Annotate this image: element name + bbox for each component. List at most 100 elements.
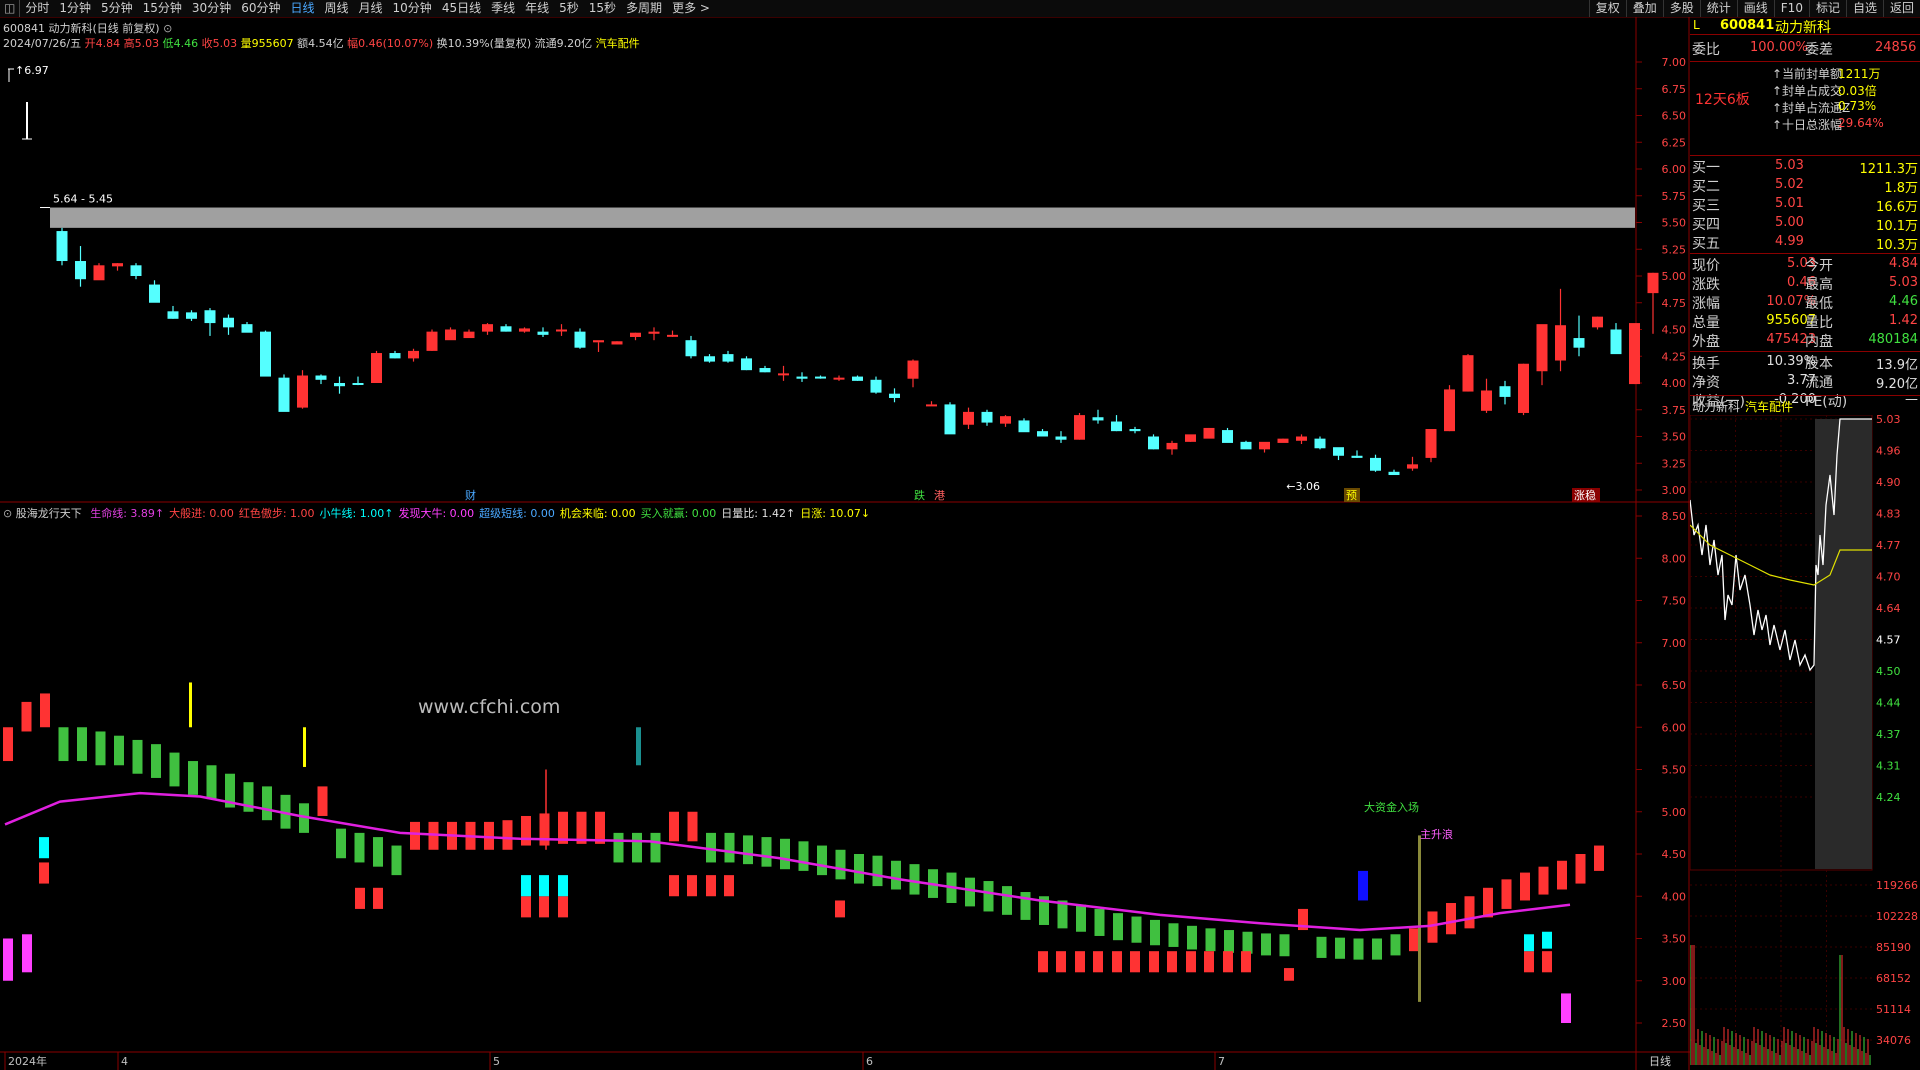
gap-label: 5.64 - 5.45 [53,193,113,206]
indicator-name: 股海龙行天下 [15,507,82,520]
candle-body-11 [260,331,271,377]
tool-button-2[interactable]: 多股 [1662,0,1700,17]
candle-body-20 [426,331,438,351]
ind-bar-79 [1464,896,1475,929]
mini-vol-1: 102228 [1876,910,1918,923]
tool-button-0[interactable]: 复权 [1588,0,1626,17]
event-marker-1: 跌 [914,488,925,502]
period-tab-12[interactable]: 年线 [520,0,554,17]
candle-body-58 [1129,429,1141,432]
period-tab-0[interactable]: 分时 [20,0,54,17]
candle-body-37 [741,358,752,371]
period-tab-2[interactable]: 5分钟 [96,0,138,17]
candle-body-80 [1536,324,1548,372]
ind-bar-66 [1224,930,1234,953]
ind-bar-45 [835,849,846,880]
candle-body-62 [1203,427,1215,439]
ind-tick-1: 8.00 [1662,552,1687,565]
ind-bar-59 [1094,908,1105,936]
indicator-item-4: 发现大牛: 0.00 [398,507,475,520]
weibi-value: 100.00% [1750,40,1808,55]
candle-body-2 [93,265,105,281]
candle-body-69 [1333,447,1344,456]
ind-bar-67 [1242,931,1253,954]
intraday-mini-chart[interactable]: 5.03 4.96 4.90 4.83 4.77 4.70 4.64 4.57 4.50 4.44… [1690,415,1920,1065]
candle-body-1 [75,261,86,280]
tool-button-4[interactable]: 画线 [1736,0,1774,17]
candle-body-25 [519,328,530,332]
tool-button-1[interactable]: 叠加 [1625,0,1663,17]
ind-bar-20 [373,837,383,867]
mini-price-8: 4.50 [1876,665,1901,678]
period-tab-15[interactable]: 多周期 [621,0,667,17]
price-tick-3: 6.25 [1662,136,1687,149]
bid-vol-0: 1211.3万 [1859,162,1919,177]
ind-mark-28 [1223,951,1233,973]
indicator-item-0: 生命线: 3.89↑ [90,507,165,520]
candle-body-45 [889,393,900,398]
mini-vol-0: 119266 [1876,879,1918,892]
tool-button-8[interactable]: 返回 [1882,0,1920,17]
period-tab-6[interactable]: 日线 [285,0,319,17]
period-tab-1[interactable]: 1分钟 [54,0,96,17]
period-tab-4[interactable]: 30分钟 [187,0,236,17]
candle-body-4 [130,265,142,276]
period-tab-9[interactable]: 10分钟 [388,0,437,17]
candle-body-75 [1444,389,1455,432]
ind-bar-75 [1390,934,1401,956]
period-tab-11[interactable]: 季线 [486,0,520,17]
window-menu-icon[interactable]: ◫ [0,0,21,17]
stat2-label-a-1: 净资 [1692,375,1720,391]
event-marker-0: 财 [465,488,476,502]
tool-button-5[interactable]: F10 [1773,0,1809,17]
ind-bar-26 [484,821,494,850]
stat-label-b-2: 最低 [1805,296,1833,312]
period-tab-13[interactable]: 5秒 [554,0,584,17]
ind-bar-76 [1409,928,1419,952]
period-tab-3[interactable]: 15分钟 [138,0,187,17]
tool-button-3[interactable]: 统计 [1699,0,1737,17]
candle-body-81 [1555,325,1566,361]
price-tick-8: 5.00 [1662,270,1687,283]
indicator-icon[interactable]: ⊙ [3,507,12,520]
ind-bar-62 [1150,919,1160,946]
signal-olive [1418,835,1421,1002]
period-tab-5[interactable]: 60分钟 [236,0,285,17]
stats-separator [1690,351,1920,352]
stat-value-b-0: 4.84 [1889,256,1918,271]
mini-vol-2: 85190 [1876,941,1911,954]
bid-price-1: 5.02 [1775,177,1804,192]
ind-mark-4 [355,887,365,909]
ind-mark-25 [1167,951,1177,973]
period-tab-16[interactable]: 更多 > [667,0,715,17]
period-tab-7[interactable]: 周线 [320,0,354,17]
indicator-item-5: 超级短线: 0.00 [479,507,555,520]
candle-body-74 [1425,429,1437,458]
candle-body-38 [759,368,771,373]
mini-chart-sector[interactable]: 汽车配件 [1745,398,1793,415]
candle-body-24 [500,326,512,332]
date-label-4: 7 [1218,1055,1225,1068]
tool-button-7[interactable]: 自选 [1845,0,1883,17]
ind-mark-15 [706,875,716,897]
ind-bar-82 [1520,872,1530,901]
ind-bar-34 [632,832,642,863]
stat-value-b-3: 1.42 [1889,313,1918,328]
candle-body-59 [1148,436,1159,450]
candle-body-68 [1314,438,1326,449]
ind-mark-0 [39,862,49,884]
price-tick-5: 5.75 [1662,190,1687,203]
gap-band [50,207,1635,228]
ind-bar-9 [169,752,180,787]
stat-label-b-0: 今开 [1805,258,1833,274]
chart-canvas[interactable]: 7.00 6.75 6.50 6.25 6.00 5.75 5.50 5.25 5.00 4.75… [0,17,1690,1070]
candle-body-67 [1296,436,1307,441]
seal-label-1: ↑封单占成交 [1772,84,1843,98]
period-tab-14[interactable]: 15秒 [584,0,621,17]
tool-button-6[interactable]: 标记 [1808,0,1846,17]
candle-body-12 [278,377,290,412]
period-tab-10[interactable]: 45日线 [437,0,486,17]
mini-price-6: 4.64 [1876,602,1901,615]
period-tab-8[interactable]: 月线 [354,0,388,17]
candle-body-28 [574,331,586,348]
